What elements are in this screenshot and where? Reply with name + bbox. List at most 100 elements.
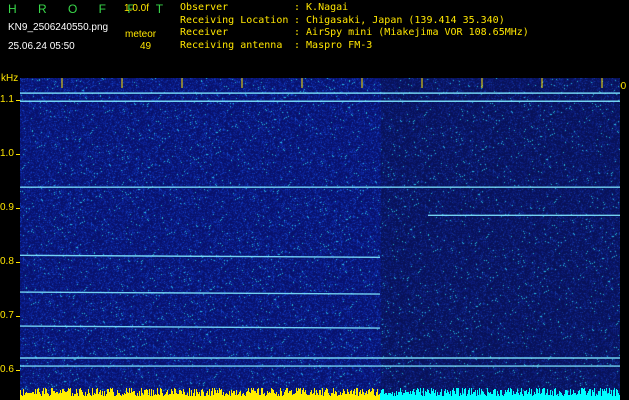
signal-histogram-bar	[234, 391, 235, 400]
signal-histogram-bar	[377, 389, 378, 400]
signal-histogram-bar	[318, 395, 319, 400]
signal-histogram-bar	[378, 395, 379, 400]
signal-histogram-bar	[324, 392, 325, 400]
signal-histogram-bar	[517, 389, 518, 400]
signal-histogram-bar	[288, 393, 289, 400]
signal-histogram-bar	[231, 390, 232, 400]
signal-histogram-bar	[199, 392, 200, 400]
signal-histogram-bar	[189, 388, 190, 400]
signal-histogram-bar	[292, 395, 293, 400]
signal-histogram-bar	[522, 394, 523, 400]
signal-histogram-bar	[41, 396, 42, 400]
signal-histogram-bar	[423, 388, 424, 400]
signal-histogram-bar	[192, 396, 193, 400]
signal-histogram-bar	[84, 396, 85, 400]
signal-histogram-bar	[154, 395, 155, 400]
signal-histogram-bar	[118, 393, 119, 400]
signal-histogram-bar	[209, 389, 210, 400]
signal-histogram-bar	[286, 388, 287, 400]
signal-histogram-bar	[336, 392, 337, 400]
signal-histogram-bar	[597, 395, 598, 400]
signal-histogram-bar	[69, 389, 70, 400]
signal-histogram-bar	[409, 394, 410, 400]
signal-histogram-bar	[202, 389, 203, 400]
signal-histogram-bar	[244, 395, 245, 400]
signal-histogram-bar	[137, 393, 138, 400]
signal-histogram-bar	[448, 392, 449, 400]
station-label: Receiving antenna	[180, 39, 283, 51]
signal-histogram-bar	[524, 391, 525, 400]
signal-histogram-bar	[470, 395, 471, 400]
signal-histogram-bar	[289, 391, 290, 400]
signal-histogram-bar	[459, 396, 460, 400]
signal-histogram-bar	[163, 396, 164, 400]
app-version: 1.0.0f	[124, 3, 150, 14]
signal-histogram-bar	[519, 395, 520, 400]
signal-histogram-bar	[225, 394, 226, 400]
signal-histogram-bar	[261, 388, 262, 400]
signal-histogram-bar	[332, 393, 333, 400]
signal-histogram-bar	[405, 390, 406, 400]
signal-histogram-bar	[157, 388, 158, 400]
signal-histogram-bar	[59, 393, 60, 400]
signal-histogram-bar	[376, 392, 377, 400]
signal-histogram-bar	[198, 394, 199, 400]
signal-histogram-bar	[282, 396, 283, 400]
signal-histogram-bar	[187, 393, 188, 400]
signal-histogram-bar	[300, 388, 301, 400]
signal-histogram-bar	[469, 388, 470, 400]
signal-histogram-bar	[250, 393, 251, 400]
signal-histogram-bar	[227, 394, 228, 400]
signal-histogram-bar	[555, 388, 556, 400]
signal-histogram-bar	[330, 396, 331, 400]
signal-histogram-bar	[56, 392, 57, 400]
signal-histogram-bar	[451, 396, 452, 400]
signal-histogram-bar	[34, 394, 35, 400]
signal-histogram-bar	[372, 388, 373, 400]
signal-histogram-bar	[235, 395, 236, 400]
signal-histogram-bar	[485, 395, 486, 400]
signal-histogram-bar	[333, 388, 334, 400]
signal-histogram-bar	[146, 389, 147, 400]
signal-histogram-bar	[582, 388, 583, 400]
signal-histogram-bar	[173, 394, 174, 400]
signal-histogram-bar	[155, 394, 156, 400]
signal-histogram-bar	[120, 395, 121, 400]
signal-histogram-bar	[430, 394, 431, 400]
station-label: Receiver	[180, 27, 229, 38]
signal-histogram-bar	[606, 388, 607, 400]
signal-histogram-bar	[424, 396, 425, 400]
signal-histogram-bar	[385, 393, 386, 400]
signal-histogram-bar	[384, 394, 385, 400]
signal-histogram-bar	[569, 395, 570, 400]
signal-histogram-bar	[44, 394, 45, 400]
signal-histogram-bar	[133, 391, 134, 400]
signal-histogram-bar	[361, 394, 362, 400]
spectrogram-display[interactable]	[20, 78, 620, 400]
signal-histogram-bar	[279, 396, 280, 400]
signal-histogram-bar	[381, 390, 382, 400]
signal-histogram-bar	[255, 391, 256, 400]
signal-histogram-bar	[63, 389, 64, 400]
station-value: : Maspro FM-3	[294, 39, 373, 51]
signal-histogram-bar	[211, 391, 212, 400]
signal-histogram-bar	[580, 394, 581, 400]
signal-histogram-bar	[482, 391, 483, 400]
signal-histogram-bar	[463, 394, 464, 400]
signal-histogram-bar	[325, 390, 326, 400]
signal-histogram-bar	[619, 395, 620, 400]
station-info: Observer: K.Nagai Receiving Location: Ch…	[180, 2, 529, 52]
signal-histogram-bar	[136, 396, 137, 400]
signal-histogram-bar	[504, 394, 505, 400]
signal-histogram-bar	[544, 388, 545, 400]
signal-histogram-bar	[462, 388, 463, 400]
signal-histogram-bar	[89, 393, 90, 400]
signal-histogram-bar	[218, 393, 219, 400]
signal-histogram-bar	[32, 392, 33, 400]
signal-histogram-bar	[87, 394, 88, 400]
signal-histogram-bar	[520, 392, 521, 400]
signal-histogram-bar	[576, 395, 577, 400]
signal-histogram-bar	[232, 393, 233, 400]
signal-histogram-bar	[88, 389, 89, 400]
signal-histogram-bar	[366, 391, 367, 400]
